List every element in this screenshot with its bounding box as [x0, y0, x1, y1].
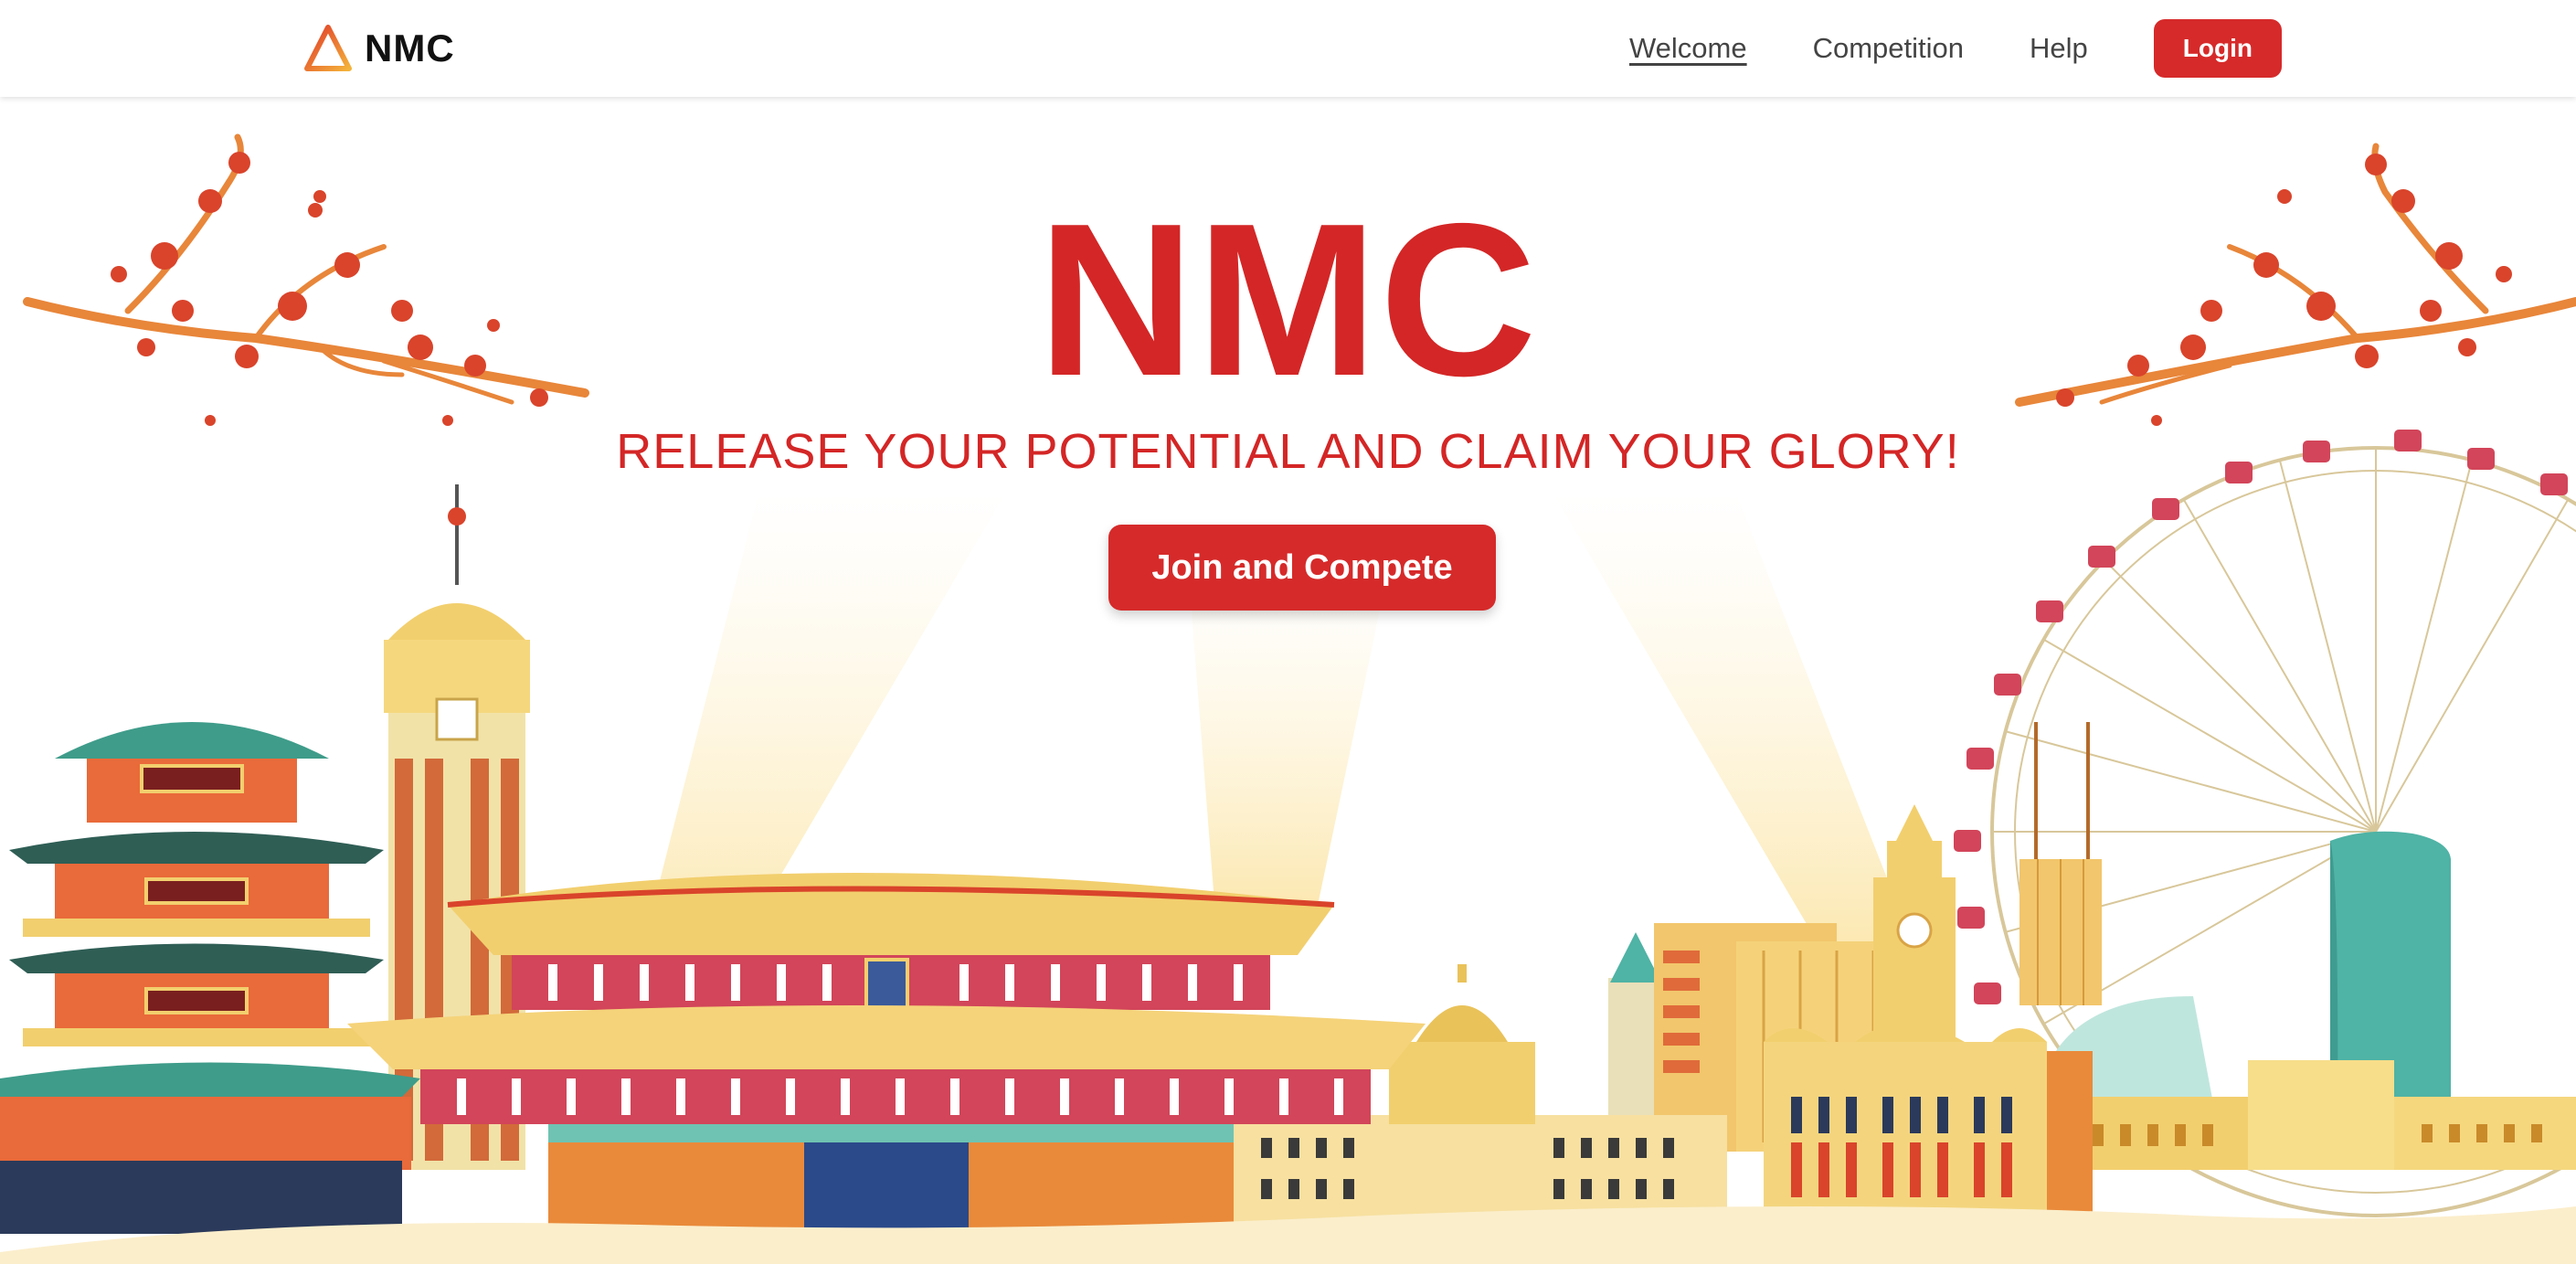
- nav-link-help[interactable]: Help: [2030, 32, 2088, 65]
- modern-buildings: [2019, 722, 2576, 1170]
- top-navbar: NMC Welcome Competition Help Login: [0, 0, 2576, 97]
- nav-link-competition[interactable]: Competition: [1813, 32, 1964, 65]
- hero-title: NMC: [1037, 179, 1539, 421]
- brand-logo-link[interactable]: NMC: [304, 16, 455, 80]
- nav-link-welcome[interactable]: Welcome: [1629, 32, 1747, 65]
- login-button[interactable]: Login: [2153, 19, 2282, 78]
- triangle-logo-icon: [304, 25, 352, 71]
- pagoda: [0, 722, 420, 1234]
- nav-menu: Welcome Competition Help Login: [1629, 13, 2282, 84]
- brand-name: NMC: [365, 27, 455, 69]
- join-and-compete-button[interactable]: Join and Compete: [1108, 525, 1496, 611]
- hero-tagline: RELEASE YOUR POTENTIAL AND CLAIM YOUR GL…: [616, 424, 1960, 479]
